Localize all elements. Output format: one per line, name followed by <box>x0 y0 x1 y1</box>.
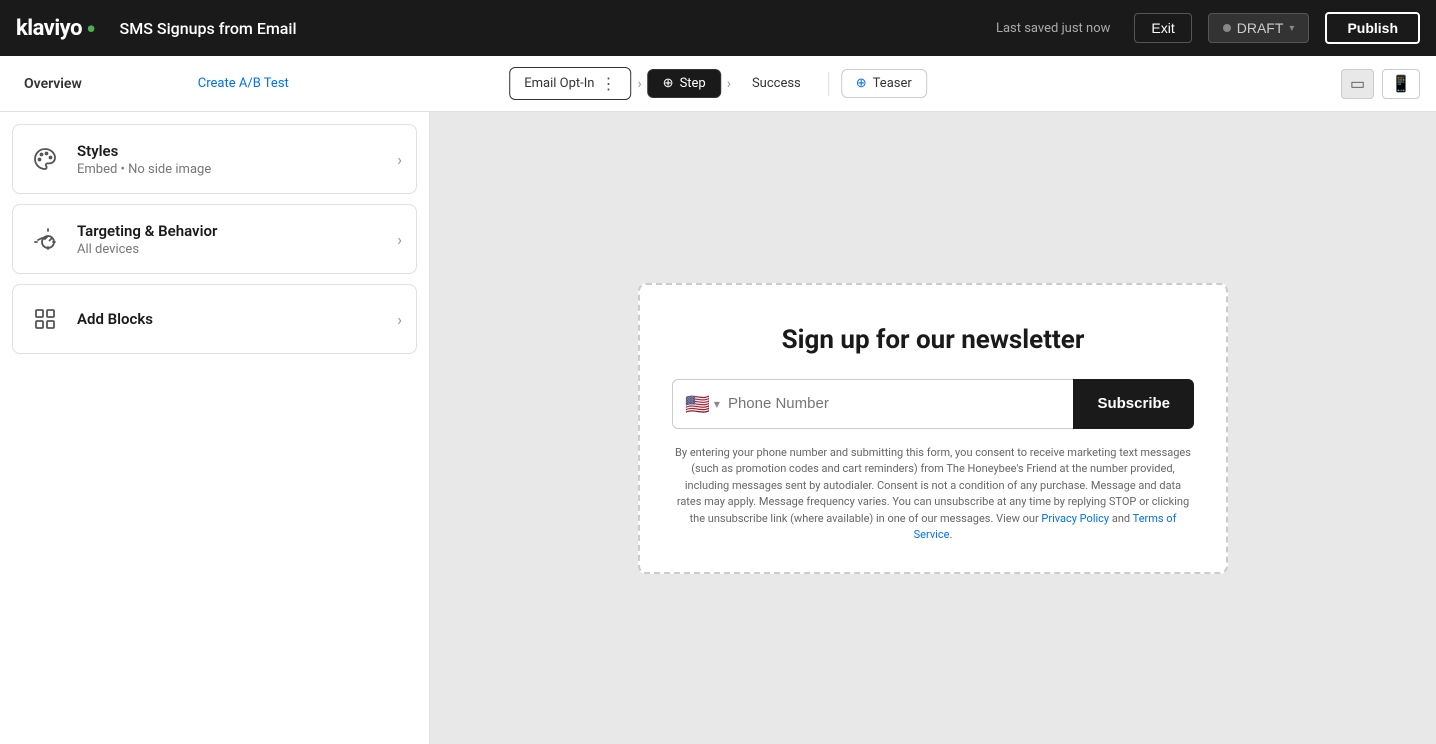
styles-card-text: Styles Embed • No side image <box>77 142 383 177</box>
step-success[interactable]: Success <box>737 69 816 98</box>
targeting-card[interactable]: Targeting & Behavior All devices › <box>12 204 417 274</box>
step-email-opt-in[interactable]: Email Opt-In ⋮ <box>509 67 631 100</box>
mobile-view-button[interactable]: 📱 <box>1382 69 1420 99</box>
targeting-card-title: Targeting & Behavior <box>77 222 383 240</box>
page-title: SMS Signups from Email <box>120 19 297 38</box>
flag-us-icon: 🇺🇸 <box>685 392 710 416</box>
step-step[interactable]: ⊕ Step <box>648 69 721 98</box>
palette-icon <box>27 141 63 177</box>
phone-input[interactable] <box>728 395 1062 412</box>
publish-button[interactable]: Publish <box>1325 12 1420 44</box>
step-active-icon: ⊕ <box>663 76 674 91</box>
add-blocks-card-text: Add Blocks <box>77 310 383 328</box>
overview-link[interactable]: Overview <box>16 72 90 96</box>
logo-text: klaviyo <box>16 16 82 41</box>
step-teaser[interactable]: ⊕ Teaser <box>841 69 927 98</box>
styles-card[interactable]: Styles Embed • No side image › <box>12 124 417 194</box>
exit-button[interactable]: Exit <box>1134 13 1191 43</box>
stepnav-left: Overview Create A/B Test <box>16 72 289 96</box>
country-chevron-icon: ▾ <box>714 397 720 411</box>
main-layout: Styles Embed • No side image › Targeting… <box>0 112 1436 744</box>
stepnav-right: ▭ 📱 <box>1341 69 1420 99</box>
phone-row: 🇺🇸 ▾ Subscribe <box>672 379 1194 429</box>
add-blocks-card[interactable]: Add Blocks › <box>12 284 417 354</box>
targeting-chevron-icon: › <box>397 230 402 249</box>
privacy-policy-link[interactable]: Privacy Policy <box>1041 512 1109 525</box>
step-separator <box>828 72 829 96</box>
step-options-icon[interactable]: ⋮ <box>600 74 616 93</box>
desktop-view-button[interactable]: ▭ <box>1341 69 1374 99</box>
last-saved-text: Last saved just now <box>996 21 1110 36</box>
targeting-card-subtitle: All devices <box>77 242 383 257</box>
blocks-icon <box>27 301 63 337</box>
canvas: Sign up for our newsletter 🇺🇸 ▾ Subscrib… <box>430 112 1436 744</box>
form-preview: Sign up for our newsletter 🇺🇸 ▾ Subscrib… <box>638 283 1228 574</box>
step-nav: Overview Create A/B Test Email Opt-In ⋮ … <box>0 56 1436 112</box>
step-arrow-2: › <box>727 76 731 92</box>
draft-status-dot <box>1223 24 1231 32</box>
phone-input-wrap[interactable]: 🇺🇸 ▾ <box>672 379 1073 429</box>
step-label: Teaser <box>873 76 912 91</box>
targeting-card-text: Targeting & Behavior All devices <box>77 222 383 257</box>
step-label: Step <box>680 76 706 91</box>
form-disclaimer: By entering your phone number and submit… <box>672 445 1194 544</box>
step-plus-icon: ⊕ <box>856 76 867 91</box>
step-label: Success <box>752 76 801 91</box>
top-nav: klaviyo• SMS Signups from Email Last sav… <box>0 0 1436 56</box>
add-blocks-chevron-icon: › <box>397 310 402 329</box>
logo: klaviyo• <box>16 16 96 41</box>
targeting-icon <box>27 221 63 257</box>
step-arrow-1: › <box>637 76 641 92</box>
add-blocks-card-title: Add Blocks <box>77 310 383 328</box>
draft-button[interactable]: DRAFT ▾ <box>1208 13 1310 43</box>
create-ab-test-link[interactable]: Create A/B Test <box>198 76 289 91</box>
subscribe-button[interactable]: Subscribe <box>1073 379 1194 429</box>
sidebar: Styles Embed • No side image › Targeting… <box>0 112 430 744</box>
step-label: Email Opt-In <box>524 76 594 91</box>
stepnav-center: Email Opt-In ⋮ › ⊕ Step › Success ⊕ Teas… <box>509 67 927 100</box>
draft-chevron-icon: ▾ <box>1289 23 1294 34</box>
draft-label: DRAFT <box>1237 20 1284 36</box>
styles-card-subtitle: Embed • No side image <box>77 162 383 177</box>
styles-card-title: Styles <box>77 142 383 160</box>
styles-chevron-icon: › <box>397 150 402 169</box>
form-headline: Sign up for our newsletter <box>672 325 1194 355</box>
